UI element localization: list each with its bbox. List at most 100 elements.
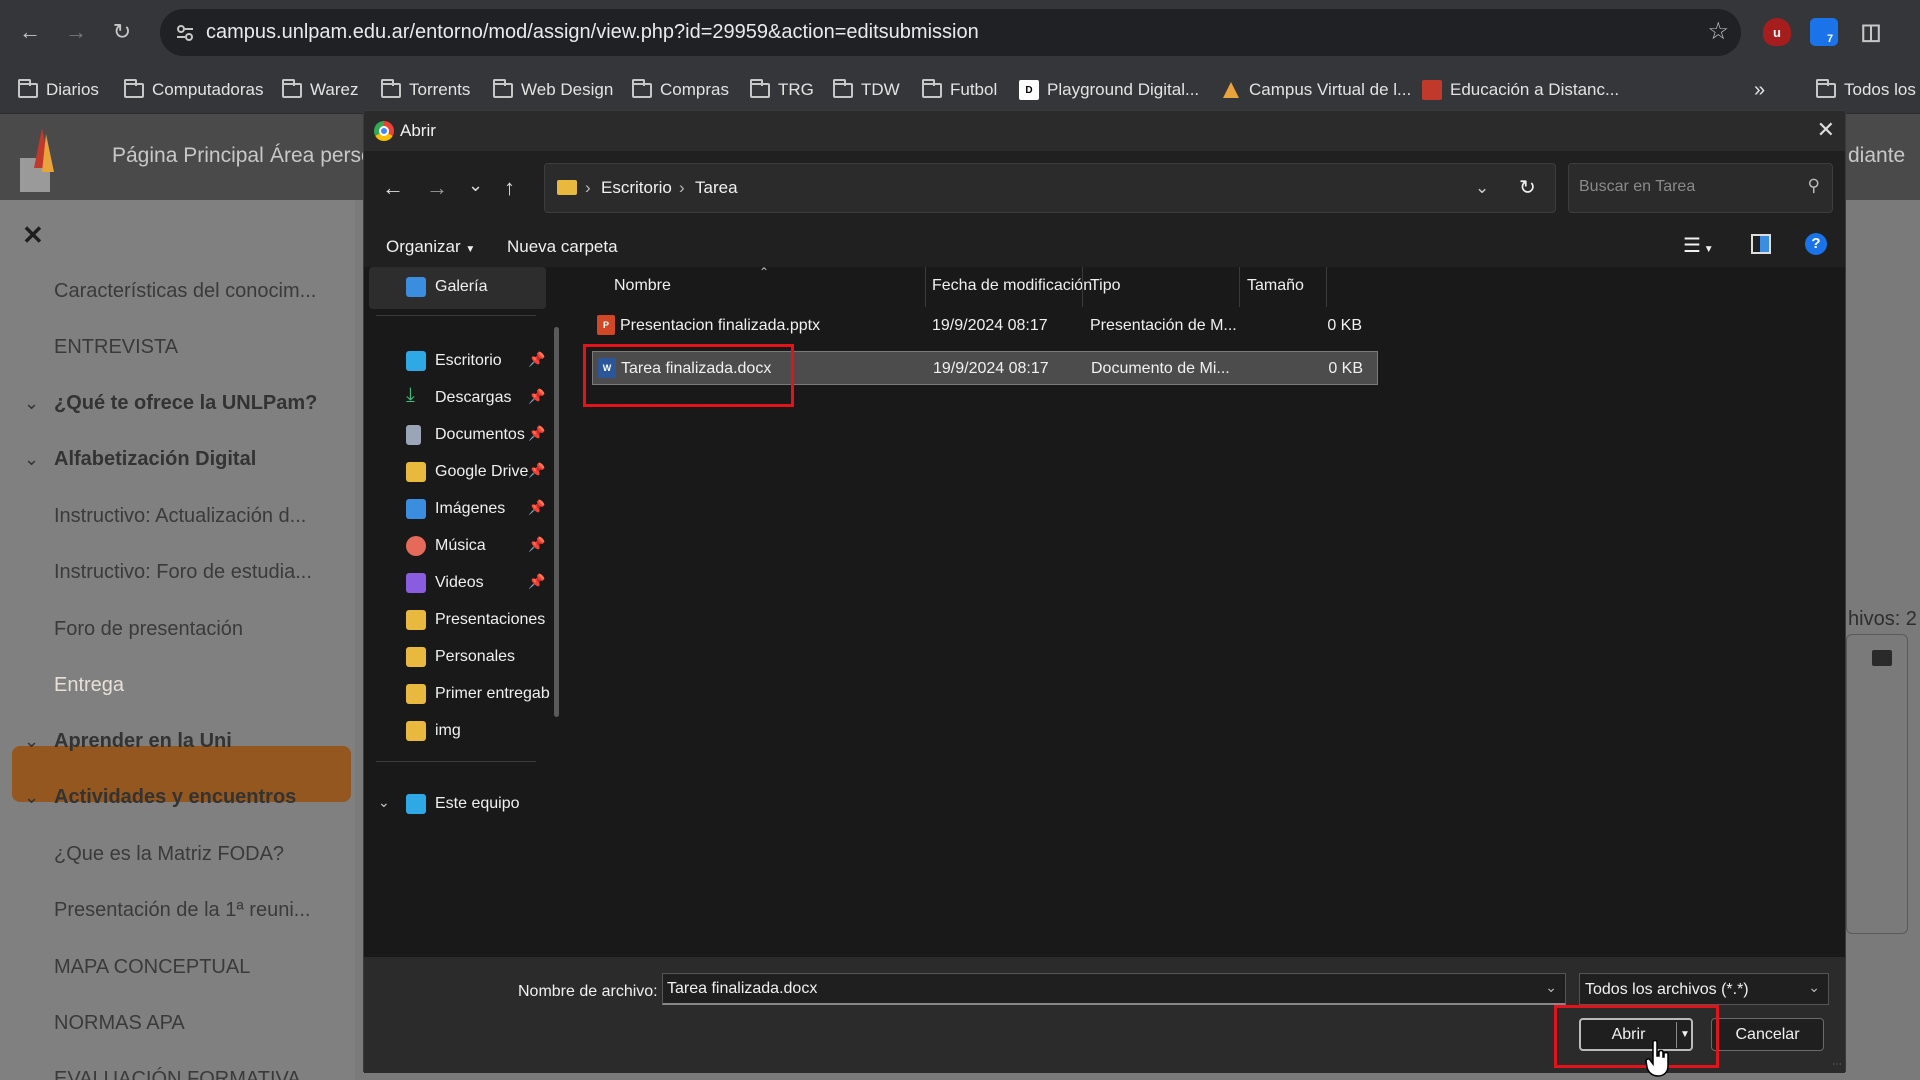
bookmark-todos-los[interactable]: Todos los	[1816, 76, 1916, 104]
pin-icon[interactable]: 📌	[528, 351, 545, 368]
path-history-chevron-icon[interactable]: ⌄	[1475, 178, 1489, 198]
drawer-item[interactable]: Características del conocim...	[54, 280, 316, 303]
drawer-section[interactable]: Aprender en la Uni	[54, 730, 232, 753]
column-separator[interactable]	[925, 267, 926, 307]
drawer-item-entrega[interactable]: Entrega	[54, 674, 124, 697]
view-options-icon[interactable]: ☰ ▼	[1683, 233, 1714, 258]
pin-icon[interactable]: 📌	[528, 462, 545, 479]
ublock-extension-icon[interactable]: u	[1763, 18, 1791, 46]
chevron-down-icon[interactable]: ⌄	[24, 393, 39, 414]
organize-button[interactable]: Organizar ▼	[386, 237, 475, 257]
bookmark-torrents[interactable]: Torrents	[381, 76, 470, 104]
nav-descargas[interactable]: ⤓ Descargas 📌	[364, 378, 564, 418]
pin-icon[interactable]: 📌	[528, 573, 545, 590]
filetype-select[interactable]: Todos los archivos (*.*) ⌄	[1579, 973, 1829, 1005]
drawer-item[interactable]: MAPA CONCEPTUAL	[54, 956, 250, 979]
bookmark-trg[interactable]: TRG	[750, 76, 814, 104]
drawer-item[interactable]: Presentación de la 1ª reuni...	[54, 899, 310, 922]
drawer-item[interactable]: ¿Que es la Matriz FODA?	[54, 843, 284, 866]
up-icon[interactable]: ↑	[504, 175, 515, 201]
close-icon[interactable]: ✕	[1817, 117, 1835, 143]
column-separator[interactable]	[1239, 267, 1240, 307]
drawer-item[interactable]: EVALUACIÓN FORMATIVA	[54, 1068, 301, 1080]
drawer-section[interactable]: Alfabetización Digital	[54, 448, 256, 471]
filename-input[interactable]	[667, 980, 1527, 998]
bookmark-warez[interactable]: Warez	[282, 76, 359, 104]
nav-pagina-principal[interactable]: Página Principal	[112, 144, 264, 168]
back-icon[interactable]: ←	[12, 14, 48, 50]
nav-este-equipo[interactable]: ⌄ Este equipo	[364, 784, 564, 824]
search-input[interactable]	[1579, 178, 1789, 196]
nav-area-personal[interactable]: Área perso	[270, 144, 373, 168]
column-separator[interactable]	[1082, 267, 1083, 307]
nav-videos[interactable]: Videos 📌	[364, 563, 564, 603]
bookmark-compras[interactable]: Compras	[632, 76, 729, 104]
drawer-section[interactable]: ¿Qué te ofrece la UNLPam?	[54, 392, 317, 415]
refresh-icon[interactable]: ↻	[1519, 175, 1536, 200]
chevron-down-icon[interactable]: ⌄	[24, 731, 39, 752]
reload-icon[interactable]: ↻	[104, 14, 140, 50]
nav-musica[interactable]: Música 📌	[364, 526, 564, 566]
address-bar[interactable]: campus.unlpam.edu.ar/entorno/mod/assign/…	[160, 9, 1741, 56]
breadcrumb-tarea[interactable]: Tarea	[695, 178, 738, 198]
nav-imagenes[interactable]: Imágenes 📌	[364, 489, 564, 529]
column-nombre[interactable]: Nombre	[614, 277, 671, 295]
nav-scrollbar[interactable]	[554, 327, 559, 717]
cancel-button[interactable]: Cancelar	[1711, 1018, 1824, 1051]
bookmark-web-design[interactable]: Web Design	[493, 76, 613, 104]
column-fecha[interactable]: Fecha de modificación	[932, 277, 1092, 295]
site-settings-icon[interactable]	[172, 20, 198, 46]
pin-icon[interactable]: 📌	[528, 425, 545, 442]
bookmark-futbol[interactable]: Futbol	[922, 76, 997, 104]
extension-badge-icon[interactable]: 7	[1810, 18, 1838, 46]
nav-img[interactable]: img	[364, 711, 564, 751]
nav-presentaciones[interactable]: Presentaciones	[364, 600, 564, 640]
resize-grip-icon[interactable]: ⋯	[1832, 1059, 1842, 1070]
chevron-down-icon[interactable]: ⌄	[24, 787, 39, 808]
bookmark-star-icon[interactable]: ☆	[1707, 17, 1729, 46]
nav-google-drive[interactable]: Google Drive 📌	[364, 452, 564, 492]
forward-icon[interactable]: →	[58, 14, 94, 50]
nav-estudiante[interactable]: diante	[1848, 144, 1905, 168]
chevron-down-icon[interactable]: ⌄	[1545, 979, 1557, 996]
close-drawer-icon[interactable]: ✕	[22, 220, 44, 251]
pin-icon[interactable]: 📌	[528, 388, 545, 405]
breadcrumb-escritorio[interactable]: Escritorio	[601, 178, 672, 198]
bookmark-campus-virtual[interactable]: Campus Virtual de l...	[1221, 76, 1411, 104]
column-separator[interactable]	[1326, 267, 1327, 307]
drawer-item[interactable]: Foro de presentación	[54, 618, 243, 641]
expand-chevron-icon[interactable]: ⌄	[378, 794, 390, 811]
help-icon[interactable]: ?	[1805, 233, 1827, 255]
nav-escritorio[interactable]: Escritorio 📌	[364, 341, 564, 381]
bookmark-diarios[interactable]: Diarios	[18, 76, 99, 104]
bookmark-computadoras[interactable]: Computadoras	[124, 76, 264, 104]
nav-documentos[interactable]: Documentos 📌	[364, 415, 564, 455]
file-row[interactable]: P Presentacion finalizada.pptx 19/9/2024…	[592, 309, 1378, 343]
nav-primer-entregable[interactable]: Primer entregab	[364, 674, 564, 714]
bookmark-playground-digital[interactable]: D Playground Digital...	[1019, 76, 1199, 104]
nav-personales[interactable]: Personales	[364, 637, 564, 677]
chevron-down-icon[interactable]: ⌄	[24, 449, 39, 470]
bookmark-tdw[interactable]: TDW	[833, 76, 900, 104]
filename-combobox[interactable]: ⌄	[662, 973, 1566, 1005]
extensions-puzzle-icon[interactable]: ◫	[1857, 18, 1885, 46]
drawer-item[interactable]: ENTREVISTA	[54, 336, 178, 359]
column-tipo[interactable]: Tipo	[1090, 277, 1121, 295]
column-tamano[interactable]: Tamaño	[1247, 277, 1304, 295]
url-text[interactable]: campus.unlpam.edu.ar/entorno/mod/assign/…	[206, 21, 979, 44]
recent-locations-icon[interactable]: ⌄	[468, 175, 483, 196]
new-folder-button[interactable]: Nueva carpeta	[507, 237, 618, 257]
back-icon[interactable]: ←	[382, 175, 404, 201]
drawer-section[interactable]: Actividades y encuentros	[54, 786, 296, 809]
more-bookmarks-icon[interactable]: »	[1754, 76, 1765, 104]
unlpam-logo[interactable]	[20, 128, 62, 192]
drawer-item[interactable]: Instructivo: Actualización d...	[54, 505, 306, 528]
forward-icon[interactable]: →	[426, 175, 448, 201]
drawer-item[interactable]: Instructivo: Foro de estudia...	[54, 561, 312, 584]
pin-icon[interactable]: 📌	[528, 536, 545, 553]
folder-icon[interactable]	[1872, 650, 1892, 666]
preview-pane-icon[interactable]	[1751, 234, 1771, 259]
drawer-item[interactable]: NORMAS APA	[54, 1012, 185, 1035]
nav-galeria[interactable]: Galería	[364, 267, 564, 307]
search-box[interactable]: ⚲	[1568, 163, 1833, 213]
